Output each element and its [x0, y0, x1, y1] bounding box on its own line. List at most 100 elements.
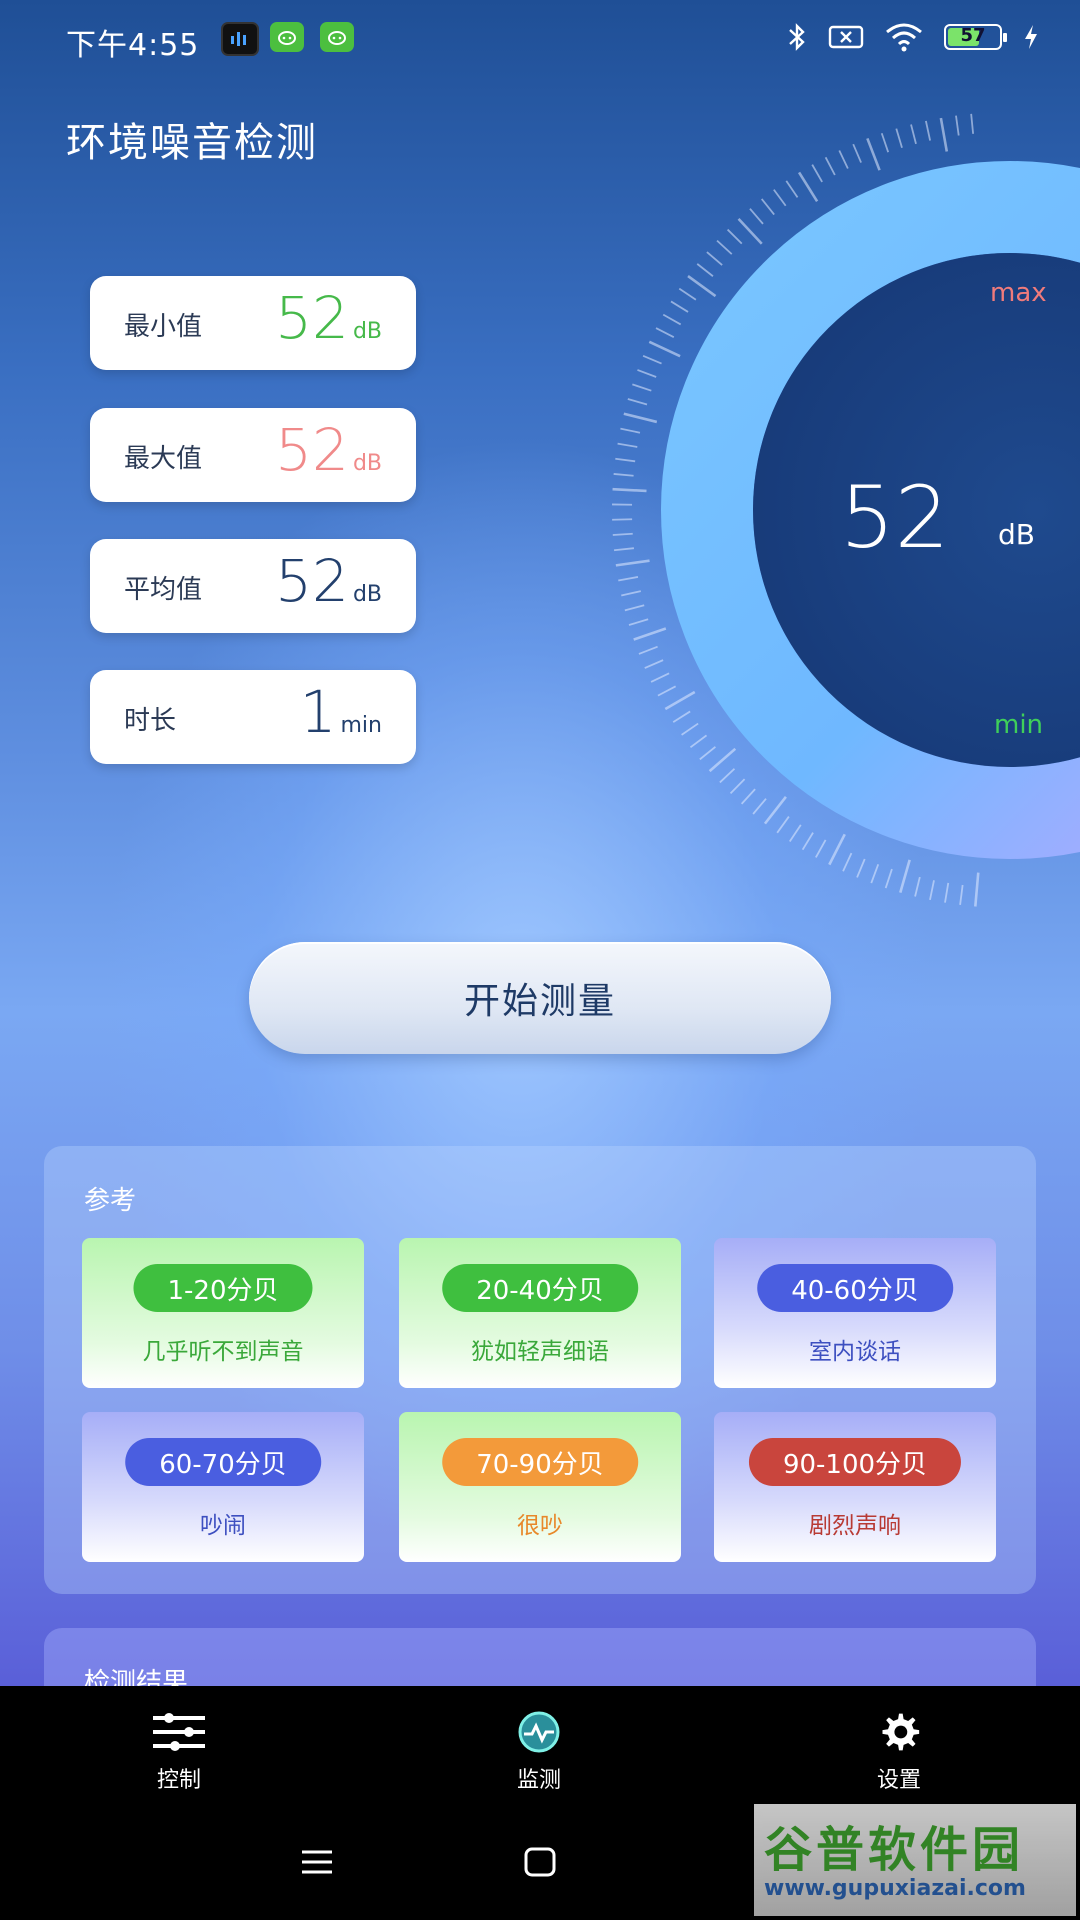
watermark: 谷普软件园 www.gupuxiazai.com	[754, 1804, 1076, 1916]
gauge-tick	[785, 180, 799, 198]
results-panel: 检测结果	[44, 1628, 1036, 1686]
nav-label: 控制	[156, 1768, 201, 1793]
gauge-tick	[699, 746, 716, 761]
gauge-tick	[617, 442, 638, 448]
gauge-tick	[650, 672, 670, 683]
watermark-url: www.gupuxiazai.com	[764, 1876, 1026, 1901]
stat-label: 时长	[124, 706, 177, 736]
gauge-tick	[623, 412, 658, 424]
gauge-tick	[637, 369, 657, 378]
range-description: 很吵	[517, 1513, 563, 1539]
gauge-tick	[664, 690, 696, 711]
menu-icon[interactable]	[300, 1848, 334, 1876]
gauge-tick	[856, 858, 866, 878]
gauge-tick	[870, 863, 880, 884]
gauge-tick	[899, 859, 911, 893]
range-description: 吵闹	[200, 1513, 246, 1539]
reference-title: 参考	[84, 1186, 137, 1216]
gauge-tick	[687, 275, 717, 298]
gauge-tick	[895, 128, 903, 149]
gauge-tick	[716, 239, 733, 255]
reference-item: 20-40分贝 犹如轻声细语	[399, 1238, 681, 1388]
gauge-tick	[618, 576, 639, 582]
home-icon[interactable]	[523, 1846, 557, 1878]
gauge-tick	[760, 198, 775, 216]
gauge-tick	[824, 156, 836, 176]
reference-panel: 参考 1-20分贝 几乎听不到声音 20-40分贝 犹如轻声细语 40-60分贝…	[44, 1146, 1036, 1594]
gauge-tick	[866, 137, 881, 171]
nav-label: 设置	[876, 1768, 921, 1793]
nav-item-monitor[interactable]: 监测	[469, 1710, 609, 1794]
gauge-tick	[815, 839, 827, 858]
bottom-nav: 控制 监测 设置	[0, 1686, 1080, 1810]
sliders-icon	[153, 1713, 205, 1751]
nav-item-settings[interactable]: 设置	[829, 1710, 969, 1794]
gauge-tick	[706, 251, 723, 266]
stat-card-max: 最大值 52 dB	[90, 408, 416, 502]
range-pill: 90-100分贝	[748, 1438, 962, 1486]
gauge-tick	[959, 884, 964, 905]
gauge-tick	[749, 208, 764, 225]
gauge-tick	[763, 796, 787, 825]
range-description: 剧烈声响	[809, 1513, 901, 1539]
gauge-tick	[644, 659, 664, 669]
gauge-tick	[801, 832, 814, 851]
gauge-tick	[681, 722, 699, 736]
reference-item: 90-100分贝 剧烈声响	[714, 1412, 996, 1562]
gauge-tick	[678, 287, 697, 301]
gauge-value: 52	[840, 468, 950, 568]
start-measure-button[interactable]: 开始测量	[249, 942, 831, 1054]
range-pill: 40-60分贝	[757, 1264, 953, 1312]
gauge-tick	[621, 590, 642, 597]
gauge-tick	[632, 383, 652, 392]
stat-unit: dB	[352, 582, 382, 607]
gauge-tick	[776, 816, 790, 834]
stat-label: 最大值	[124, 444, 203, 474]
stat-unit: min	[340, 713, 383, 738]
gauge-tick	[696, 263, 714, 277]
gauge-tick	[624, 604, 645, 612]
gauge-min-label: min	[994, 710, 1044, 740]
gauge-tick	[789, 824, 802, 843]
gauge-tick	[740, 788, 756, 805]
gauge-tick	[914, 876, 921, 897]
stat-card-average: 平均值 52 dB	[90, 539, 416, 633]
gauge-tick	[657, 685, 677, 697]
gauge-tick	[752, 798, 767, 815]
range-description: 几乎听不到声音	[142, 1339, 304, 1365]
monitor-icon	[518, 1711, 560, 1753]
gauge-tick	[944, 882, 950, 903]
results-title: 检测结果	[84, 1668, 189, 1686]
reference-item: 60-70分贝 吵闹	[82, 1412, 364, 1562]
range-pill: 60-70分贝	[125, 1438, 321, 1486]
range-pill: 20-40分贝	[442, 1264, 638, 1312]
gauge-tick	[929, 880, 935, 901]
reference-item: 40-60分贝 室内谈话	[714, 1238, 996, 1388]
gauge-tick	[955, 115, 960, 136]
stat-card-duration: 时长 1 min	[90, 670, 416, 764]
gauge-tick	[615, 559, 650, 567]
gauge-tick	[633, 627, 667, 641]
nav-item-control[interactable]: 控制	[109, 1710, 249, 1794]
gauge-tick	[880, 132, 890, 153]
gauge-tick	[719, 768, 736, 784]
gauge-tick	[974, 872, 980, 907]
reference-item: 70-90分贝 很吵	[399, 1412, 681, 1562]
gauge-tick	[838, 150, 849, 169]
stat-value: 1	[299, 678, 337, 746]
range-pill: 70-90分贝	[442, 1438, 638, 1486]
stat-value: 52	[275, 416, 349, 484]
gauge-tick	[729, 778, 746, 795]
gauge-tick	[797, 171, 819, 202]
range-description: 室内谈话	[809, 1339, 901, 1365]
gauge-tick	[612, 487, 647, 493]
range-pill: 1-20分贝	[133, 1264, 313, 1312]
gauge-tick	[910, 124, 917, 145]
stat-unit: dB	[352, 451, 382, 476]
gauge-tick	[620, 427, 641, 434]
gauge-tick	[970, 113, 975, 134]
gauge-tick	[613, 473, 634, 477]
gauge-tick	[925, 120, 931, 141]
gauge-tick	[627, 398, 648, 406]
gauge-tick	[655, 327, 675, 339]
